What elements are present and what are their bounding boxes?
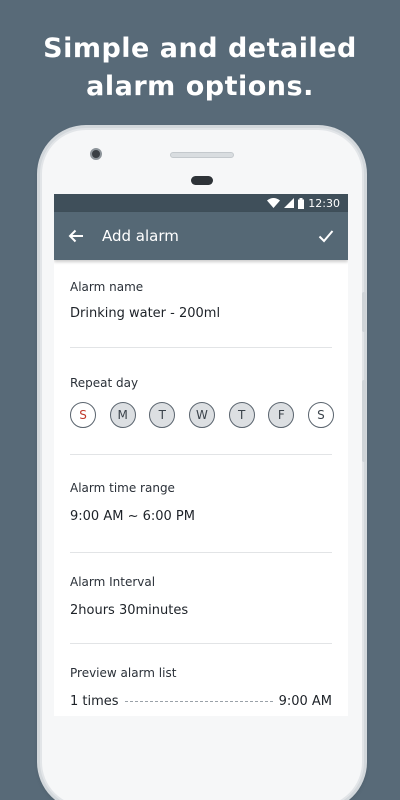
alarm-name-label: Alarm name xyxy=(70,280,144,294)
repeat-day-section: Repeat day S M T W T F S xyxy=(70,348,334,455)
phone-power-button xyxy=(362,292,366,332)
time-range-label: Alarm time range xyxy=(70,481,175,495)
arrow-left-icon[interactable] xyxy=(68,226,88,246)
phone-speaker xyxy=(170,152,234,158)
preview-count: 1 times xyxy=(70,694,119,709)
page-title: Add alarm xyxy=(102,227,179,245)
preview-label: Preview alarm list xyxy=(70,666,177,680)
interval-label: Alarm Interval xyxy=(70,575,156,589)
preview-time: 9:00 AM xyxy=(278,694,332,709)
check-icon[interactable] xyxy=(314,226,334,246)
status-time: 12:30 xyxy=(308,196,340,210)
day-selector: S M T W T F S xyxy=(70,402,334,428)
day-toggle-thursday[interactable]: T xyxy=(228,402,255,428)
list-item: 1 times 9:00 AM xyxy=(70,694,332,709)
preview-section: Preview alarm list 1 times 9:00 AM xyxy=(70,644,332,709)
front-camera xyxy=(90,148,102,160)
day-toggle-saturday[interactable]: S xyxy=(307,402,334,428)
signal-icon xyxy=(284,198,295,208)
wifi-icon xyxy=(267,198,281,208)
headline-line-1: Simple and detailed xyxy=(43,33,357,64)
alarm-name-value[interactable]: Drinking water - 200ml xyxy=(70,306,332,321)
alarm-form: Alarm name Drinking water - 200ml Repeat… xyxy=(54,260,348,709)
time-range-section[interactable]: Alarm time range 9:00 AM ~ 6:00 PM xyxy=(70,455,332,553)
app-screen: 12:30 Add alarm Alarm name Drinking wate… xyxy=(54,194,348,716)
alarm-name-section[interactable]: Alarm name Drinking water - 200ml xyxy=(70,260,332,348)
battery-icon xyxy=(298,197,305,209)
dotted-leader xyxy=(124,701,273,702)
repeat-day-label: Repeat day xyxy=(70,376,139,390)
day-toggle-friday[interactable]: F xyxy=(268,402,295,428)
day-toggle-tuesday[interactable]: T xyxy=(149,402,176,428)
interval-section[interactable]: Alarm Interval 2hours 30minutes xyxy=(70,553,332,644)
phone-sensor xyxy=(191,176,213,185)
headline-line-2: alarm options. xyxy=(86,71,314,102)
day-toggle-wednesday[interactable]: W xyxy=(188,402,215,428)
interval-value[interactable]: 2hours 30minutes xyxy=(70,603,332,618)
promo-headline: Simple and detailed alarm options. xyxy=(0,30,400,106)
time-range-value[interactable]: 9:00 AM ~ 6:00 PM xyxy=(70,509,332,524)
day-toggle-sunday[interactable]: S xyxy=(70,402,96,428)
phone-volume-button xyxy=(362,380,366,462)
day-toggle-monday[interactable]: M xyxy=(109,402,136,428)
status-bar: 12:30 xyxy=(54,194,348,212)
app-bar: Add alarm xyxy=(54,212,348,260)
